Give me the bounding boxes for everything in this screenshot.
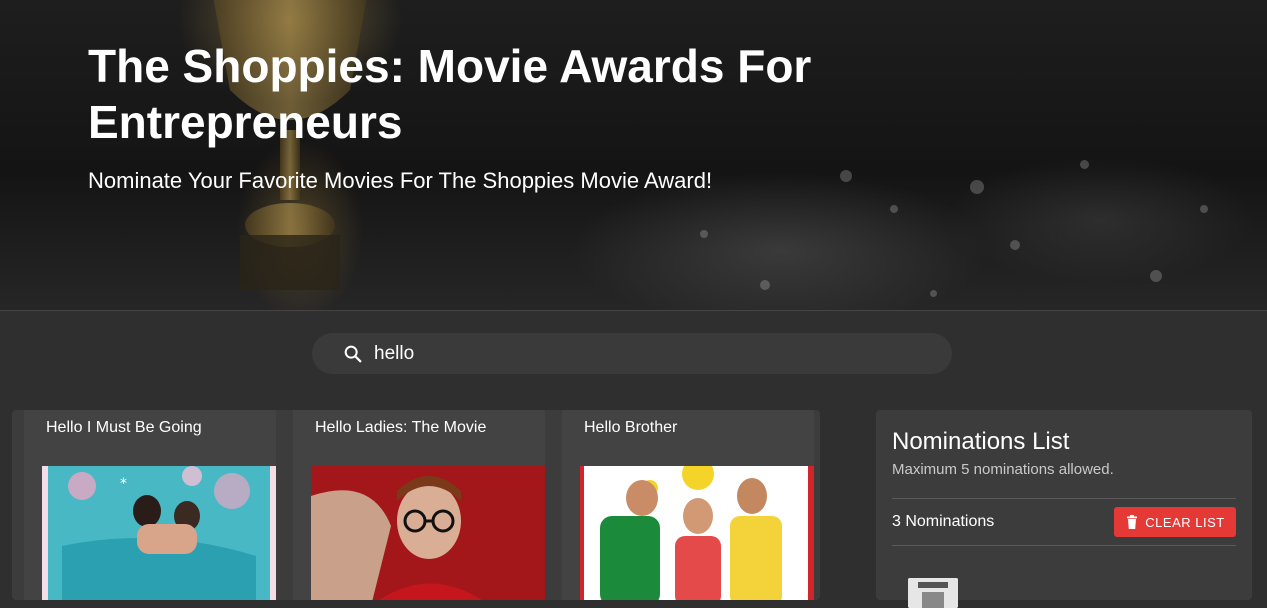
hero-divider (0, 310, 1267, 311)
movie-card[interactable]: Hello I Must Be Going * (24, 410, 276, 600)
movie-title: Hello Brother (584, 419, 678, 436)
movie-poster (580, 466, 814, 600)
movie-poster: * (42, 466, 276, 600)
movie-title: Hello I Must Be Going (46, 419, 202, 436)
nominations-limit-text: Maximum 5 nominations allowed. (892, 461, 1114, 478)
search-input[interactable]: hello (374, 343, 414, 365)
search-bar[interactable]: hello (312, 333, 952, 374)
page-subtitle: Nominate Your Favorite Movies For The Sh… (88, 168, 713, 193)
nominations-title: Nominations List (892, 428, 1070, 455)
movie-card[interactable]: Hello Ladies: The Movie (293, 410, 545, 600)
trash-icon (1127, 515, 1138, 529)
hero-banner: The Shoppies: Movie Awards For Entrepren… (0, 0, 1267, 310)
search-icon (344, 345, 362, 362)
page-title: The Shoppies: Movie Awards For Entrepren… (88, 40, 812, 148)
movie-poster (311, 466, 545, 600)
svg-text:*: * (120, 476, 127, 492)
divider (892, 498, 1236, 499)
movie-title: Hello Ladies: The Movie (315, 419, 487, 436)
nominations-count: 3 Nominations (892, 513, 995, 530)
nominations-panel: Nominations List Maximum 5 nominations a… (876, 410, 1252, 608)
clear-list-label: CLEAR LIST (1145, 514, 1225, 530)
search-results: Hello I Must Be Going * Hello Ladies: Th… (12, 410, 820, 600)
divider (892, 545, 1236, 546)
movie-card[interactable]: Hello Brother (562, 410, 814, 600)
clear-list-button[interactable]: CLEAR LIST (1114, 507, 1236, 537)
nomination-thumbnail (908, 578, 958, 608)
